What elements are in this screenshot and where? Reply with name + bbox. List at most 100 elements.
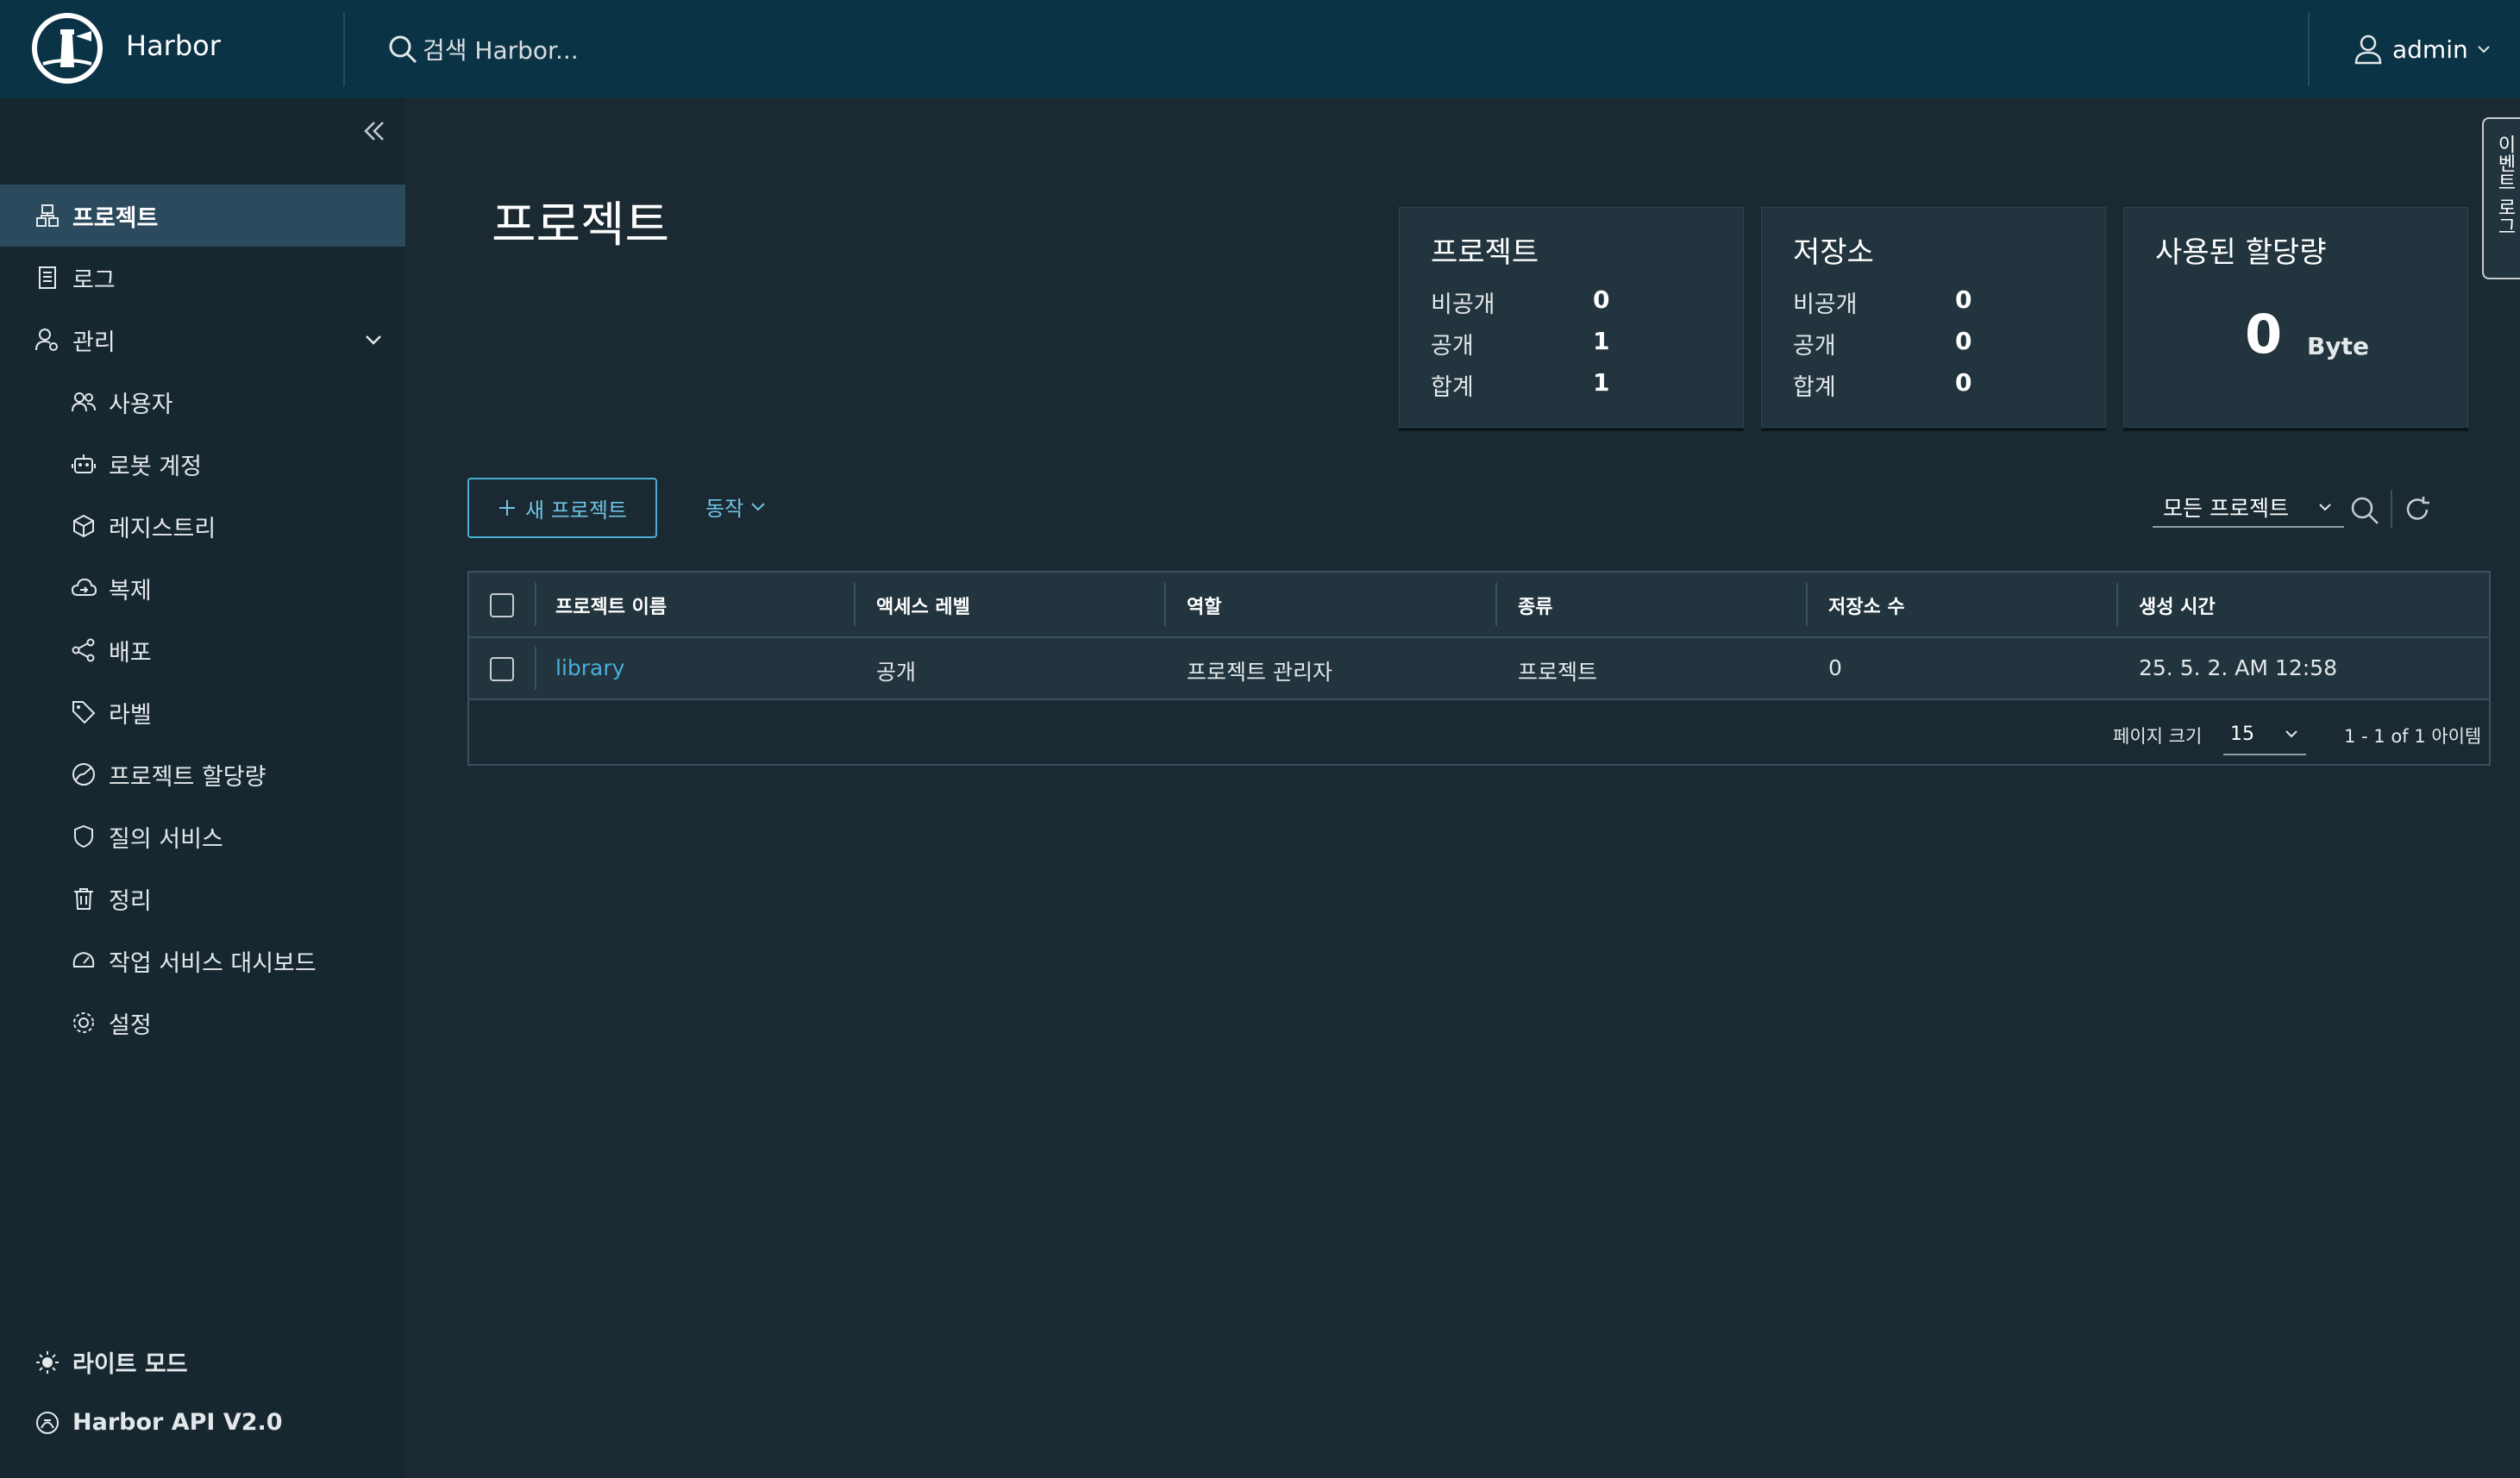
- sidebar-item-admin[interactable]: 관리: [0, 309, 405, 371]
- column-header-project-name[interactable]: 프로젝트 이름: [555, 592, 667, 619]
- sidebar-item-replication[interactable]: 복제: [0, 557, 405, 619]
- public-count: 0: [1955, 327, 1972, 355]
- public-label: 공개: [1793, 333, 1836, 360]
- sidebar-item-project-quotas[interactable]: 프로젝트 할당량: [0, 743, 405, 805]
- new-project-button[interactable]: 새 프로젝트: [467, 478, 657, 538]
- sidebar-item-label: 질의 서비스: [109, 825, 223, 853]
- card-title: 사용된 할당량: [2155, 235, 2327, 270]
- sidebar-item-projects[interactable]: 프로젝트: [0, 185, 405, 247]
- action-dropdown[interactable]: 동작: [705, 492, 768, 522]
- column-header-creation-time[interactable]: 생성 시간: [2139, 592, 2216, 619]
- header-divider: [2308, 12, 2310, 86]
- sidebar-item-label: 로그: [72, 266, 116, 294]
- projects-icon: [36, 204, 59, 227]
- repo-count-cell: 0: [1828, 655, 1842, 680]
- top-header: Harbor admin: [0, 0, 2520, 98]
- access-level-cell: 공개: [876, 660, 917, 685]
- harbor-logo-icon[interactable]: [31, 12, 103, 85]
- harbor-api-link[interactable]: Harbor API V2.0: [34, 1409, 283, 1436]
- sidebar-item-label: 복제: [109, 577, 152, 604]
- quota-unit: Byte: [2307, 332, 2369, 360]
- user-name: admin: [2392, 34, 2468, 64]
- column-header-access-level[interactable]: 액세스 레벨: [876, 592, 970, 619]
- creation-time-cell: 25. 5. 2. AM 12:58: [2139, 655, 2337, 680]
- sidebar-item-label: 프로젝트: [72, 204, 159, 232]
- sidebar: 프로젝트 로그 관리 사용자 로봇 계정 레지스트리 복제 배포 라벨 프로젝트…: [0, 98, 405, 1478]
- light-mode-toggle[interactable]: 라이트 모드: [34, 1345, 188, 1379]
- admin-icon: [35, 329, 58, 351]
- event-log-tab[interactable]: 이벤트 로그: [2482, 117, 2520, 279]
- column-separator: [1164, 583, 1166, 626]
- projects-summary-card: 프로젝트 비공개 0 공개 1 합계 1: [1399, 207, 1744, 428]
- new-project-label: 새 프로젝트: [524, 498, 628, 523]
- plus-icon: [498, 500, 515, 516]
- sidebar-item-robot-accounts[interactable]: 로봇 계정: [0, 433, 405, 495]
- column-header-type[interactable]: 종류: [1518, 592, 1552, 619]
- event-log-label: 이벤트 로그: [2494, 135, 2516, 235]
- role-cell: 프로젝트 관리자: [1187, 660, 1332, 685]
- quota-icon: [72, 763, 95, 786]
- private-label: 비공개: [1431, 291, 1495, 318]
- users-icon: [72, 392, 96, 412]
- sidebar-item-labels[interactable]: 라벨: [0, 681, 405, 743]
- chevron-down-icon: [751, 502, 765, 510]
- select-all-checkbox[interactable]: [490, 593, 514, 617]
- distribution-icon: [72, 638, 95, 662]
- registry-icon: [73, 514, 94, 538]
- sidebar-item-label: 프로젝트 할당량: [109, 763, 266, 791]
- robot-icon: [72, 454, 96, 473]
- sidebar-item-registries[interactable]: 레지스트리: [0, 495, 405, 557]
- chevron-down-icon: [2285, 730, 2297, 738]
- projects-table: 프로젝트 이름 액세스 레벨 역할 종류 저장소 수 생성 시간 library…: [467, 571, 2491, 766]
- sidebar-item-users[interactable]: 사용자: [0, 371, 405, 433]
- toolbar-divider: [2391, 490, 2392, 528]
- repositories-summary-card: 저장소 비공개 0 공개 0 합계 0: [1761, 207, 2106, 428]
- user-menu[interactable]: admin: [2351, 28, 2492, 71]
- card-title: 프로젝트: [1431, 235, 1539, 270]
- card-title: 저장소: [1793, 235, 1874, 270]
- replication-icon: [71, 578, 97, 596]
- chevron-down-icon: [2319, 504, 2331, 511]
- page-size-value: 15: [2230, 723, 2254, 745]
- trash-icon: [74, 888, 93, 910]
- filter-selected-value: 모든 프로젝트: [2163, 496, 2289, 521]
- chevron-down-icon: [366, 335, 381, 345]
- sidebar-item-job-service-dashboard[interactable]: 작업 서비스 대시보드: [0, 930, 405, 992]
- global-search-input[interactable]: [421, 29, 1200, 71]
- total-label: 합계: [1431, 374, 1474, 401]
- sidebar-item-distribution[interactable]: 배포: [0, 619, 405, 681]
- column-header-repo-count[interactable]: 저장소 수: [1828, 592, 1905, 619]
- column-separator: [535, 647, 536, 690]
- label-icon: [72, 701, 96, 724]
- search-icon[interactable]: [2348, 493, 2382, 528]
- project-name-link[interactable]: library: [555, 655, 624, 680]
- page-size-select[interactable]: 15: [2223, 714, 2306, 755]
- project-filter-select[interactable]: 모든 프로젝트: [2153, 488, 2344, 528]
- public-count: 1: [1593, 327, 1610, 355]
- action-label: 동작: [705, 497, 744, 521]
- api-label: Harbor API V2.0: [72, 1409, 283, 1436]
- brand-name[interactable]: Harbor: [126, 29, 221, 62]
- column-header-role[interactable]: 역할: [1187, 592, 1221, 619]
- sidebar-item-interrogation-services[interactable]: 질의 서비스: [0, 805, 405, 867]
- column-separator: [854, 583, 856, 626]
- sidebar-item-clean-up[interactable]: 정리: [0, 867, 405, 930]
- sidebar-item-label: 사용자: [109, 391, 173, 418]
- light-mode-label: 라이트 모드: [72, 1351, 188, 1378]
- page-title: 프로젝트: [492, 197, 670, 254]
- refresh-icon[interactable]: [2401, 493, 2434, 526]
- column-separator: [2116, 583, 2118, 626]
- table-header: 프로젝트 이름 액세스 레벨 역할 종류 저장소 수 생성 시간: [469, 573, 2489, 638]
- sidebar-item-label: 관리: [72, 329, 116, 356]
- private-count: 0: [1593, 285, 1610, 314]
- sidebar-item-label: 배포: [109, 639, 152, 667]
- sidebar-item-configuration[interactable]: 설정: [0, 992, 405, 1054]
- total-label: 합계: [1793, 374, 1836, 401]
- table-footer: 페이지 크기 15 1 - 1 of 1 아이템: [469, 700, 2489, 764]
- sun-icon: [36, 1350, 59, 1374]
- row-checkbox[interactable]: [490, 657, 514, 681]
- quota-value: 0: [2245, 303, 2283, 366]
- collapse-sidebar-icon[interactable]: [359, 116, 390, 147]
- dashboard-icon: [72, 951, 95, 968]
- sidebar-item-logs[interactable]: 로그: [0, 247, 405, 309]
